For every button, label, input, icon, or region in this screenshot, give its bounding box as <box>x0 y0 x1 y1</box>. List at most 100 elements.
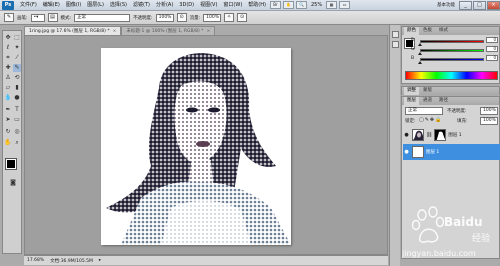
menu-view[interactable]: 视图(V) <box>197 0 220 11</box>
tab-masks[interactable]: 蒙版 <box>420 87 435 95</box>
zoom-tool-icon[interactable]: 🔍 <box>295 1 307 9</box>
airbrush-icon[interactable]: ✧ <box>224 13 235 22</box>
hand-tool-icon[interactable]: ✋ <box>4 139 12 147</box>
3d-orbit-tool-icon[interactable]: ◎ <box>13 128 21 136</box>
blue-slider-track[interactable] <box>420 58 484 61</box>
menu-edit[interactable]: 编辑(E) <box>40 0 63 11</box>
red-slider-track[interactable] <box>420 40 484 43</box>
clone-stamp-tool-icon[interactable]: ♙ <box>4 74 12 82</box>
shape-tool-icon[interactable]: ▭ <box>13 116 21 124</box>
path-select-tool-icon[interactable]: ➤ <box>4 116 12 124</box>
layer-opacity-input[interactable]: 100% <box>480 107 498 115</box>
pressure-size-icon[interactable]: ⊙ <box>237 13 248 22</box>
blue-slider-thumb[interactable] <box>418 61 422 64</box>
history-brush-tool-icon[interactable]: ⟲ <box>13 74 21 82</box>
lock-options-icon[interactable]: ▢✎✥🔒 <box>419 117 442 123</box>
adjustments-panel-header: 调整 蒙版 <box>402 87 499 95</box>
brush-tool-icon[interactable]: ✎ <box>13 64 21 72</box>
tab-swatches[interactable]: 色板 <box>420 27 435 35</box>
eye-icon[interactable]: ● <box>403 149 410 156</box>
status-arrow-icon[interactable]: ▸ <box>99 258 101 263</box>
move-tool-icon[interactable]: ✥ <box>4 34 12 42</box>
green-slider[interactable]: G 0 <box>411 46 498 55</box>
screen-mode-icon[interactable]: ▭ <box>339 1 351 9</box>
zoom-tool-icon[interactable]: ⌕ <box>13 139 21 147</box>
color-spectrum-ramp[interactable] <box>405 71 498 80</box>
opacity-input[interactable]: 100% <box>155 13 174 22</box>
foreground-color-swatch[interactable] <box>5 158 17 170</box>
tab-ring-jpg[interactable]: 1ring.jpg @ 17.6% (图层 1, RGB/8) * × <box>24 26 122 35</box>
workspace-switcher[interactable]: 基本功能 <box>434 0 458 11</box>
minimize-button[interactable]: _ <box>459 0 472 10</box>
3d-rotate-tool-icon[interactable]: ↻ <box>4 128 12 136</box>
hand-tool-icon[interactable]: ✋ <box>282 1 294 9</box>
menu-file[interactable]: 文件(F) <box>17 0 40 11</box>
menu-select[interactable]: 选择(S) <box>107 0 130 11</box>
menu-help[interactable]: 帮助(H) <box>245 0 269 11</box>
status-bar: 17.68% 文档:36.9M/105.5M ▸ <box>24 255 388 265</box>
layer-row[interactable]: ● ⛓ 图层 1 <box>403 127 500 143</box>
arrange-documents-icon[interactable]: ▦ <box>326 1 338 9</box>
blend-mode-select[interactable]: 正常 <box>405 107 443 115</box>
marquee-tool-icon[interactable]: ⬚ <box>13 34 21 42</box>
status-zoom[interactable]: 17.68% <box>27 258 44 263</box>
menu-layer[interactable]: 图层(L) <box>84 0 107 11</box>
tab-untitled-1[interactable]: 未标题-1 @ 100% (图层 1, RGB/8) * × <box>121 26 216 35</box>
brush-panel-toggle-icon[interactable]: ▤ <box>47 13 58 22</box>
lasso-tool-icon[interactable]: ℓ <box>4 44 12 52</box>
menu-filter[interactable]: 滤镜(T) <box>130 0 153 11</box>
canvas[interactable] <box>101 48 291 245</box>
close-icon[interactable]: × <box>113 29 117 34</box>
tab-adjustments[interactable]: 调整 <box>404 87 419 95</box>
brush-preset-picker[interactable]: •▾ <box>30 13 45 22</box>
green-slider-track[interactable] <box>420 49 484 52</box>
blue-slider[interactable]: B 0 <box>411 55 498 64</box>
blur-tool-icon[interactable]: 💧 <box>4 94 12 102</box>
layer-name: 图层 1 <box>426 150 440 155</box>
maximize-button[interactable]: □ <box>473 0 486 10</box>
pen-tool-icon[interactable]: ✒ <box>4 106 12 114</box>
brush-tool-icon[interactable]: ✎ <box>4 13 14 22</box>
menu-bar: Ps 文件(F) 编辑(E) 图像(I) 图层(L) 选择(S) 滤镜(T) 分… <box>0 0 500 11</box>
menu-window[interactable]: 窗口(W) <box>220 0 245 11</box>
red-slider-thumb[interactable] <box>418 43 422 46</box>
pressure-opacity-icon[interactable]: ⊙ <box>176 13 187 22</box>
healing-brush-tool-icon[interactable]: ✚ <box>4 64 12 72</box>
eyedropper-tool-icon[interactable]: ⁄ <box>13 54 21 62</box>
red-value-input[interactable]: 0 <box>486 37 498 43</box>
menu-3d[interactable]: 3D(D) <box>176 0 197 11</box>
blue-value-input[interactable]: 0 <box>486 55 498 61</box>
tab-layers[interactable]: 图层 <box>404 97 419 105</box>
dodge-tool-icon[interactable]: ● <box>13 94 21 102</box>
flow-input[interactable]: 100% <box>203 13 222 22</box>
type-tool-icon[interactable]: T <box>13 106 21 114</box>
eraser-tool-icon[interactable]: ▱ <box>4 84 12 92</box>
eye-icon[interactable]: ● <box>403 132 410 139</box>
mode-select[interactable]: 正常 <box>74 13 131 22</box>
tab-styles[interactable]: 样式 <box>436 27 451 35</box>
close-icon[interactable]: × <box>206 29 210 34</box>
quick-mask-icon[interactable]: ◙ <box>9 179 17 187</box>
layer-opacity-label: 不透明度: <box>447 109 467 114</box>
crop-tool-icon[interactable]: ⌗ <box>4 54 12 62</box>
tab-paths[interactable]: 路径 <box>436 97 451 105</box>
zoom-level[interactable]: 25% <box>308 0 325 11</box>
layer-mask-thumbnail[interactable] <box>434 129 447 141</box>
green-slider-thumb[interactable] <box>418 52 422 55</box>
red-slider[interactable]: R 0 <box>411 37 498 46</box>
close-button[interactable]: × <box>487 0 500 10</box>
watermark-url: jingyan.baidu.com <box>402 249 476 258</box>
history-panel-icon[interactable] <box>392 31 399 38</box>
tab-channels[interactable]: 通道 <box>420 97 435 105</box>
actions-panel-icon[interactable] <box>392 41 399 48</box>
tab-color[interactable]: 颜色 <box>404 27 419 35</box>
layer-row-selected[interactable]: ● 图层 1 <box>403 144 500 160</box>
green-value-input[interactable]: 0 <box>486 46 498 52</box>
launch-bridge-icon[interactable]: Br <box>269 1 281 9</box>
halftone-portrait-image <box>101 48 291 245</box>
fill-input[interactable]: 100% <box>480 117 498 125</box>
gradient-tool-icon[interactable]: ▮ <box>13 84 21 92</box>
quick-select-tool-icon[interactable]: ✦ <box>13 44 21 52</box>
menu-analysis[interactable]: 分析(A) <box>153 0 176 11</box>
menu-image[interactable]: 图像(I) <box>63 0 84 11</box>
